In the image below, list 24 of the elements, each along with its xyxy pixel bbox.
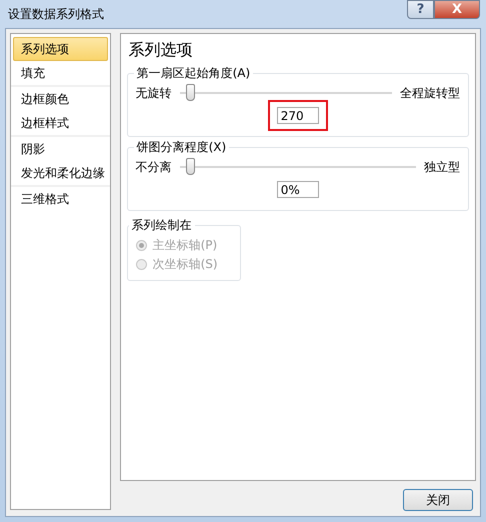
slider-thumb[interactable] [186,158,195,175]
sidebar-item[interactable]: 系列选项 [13,37,108,61]
group-legend: 系列绘制在 [128,217,195,234]
sidebar-item[interactable]: 三维格式 [13,187,108,211]
sidebar-item[interactable]: 边框颜色 [13,87,108,111]
window-title: 设置数据系列格式 [8,6,105,22]
group-legend: 第一扇区起始角度(A) [134,65,254,82]
sidebar-item[interactable]: 阴影 [13,137,108,161]
slider-thumb[interactable] [186,84,195,101]
slider-min-label: 无旋转 [136,84,172,102]
sidebar-item[interactable]: 边框样式 [13,111,108,135]
slider-track[interactable] [180,158,416,176]
close-dialog-button[interactable]: 关闭 [403,489,473,511]
sidebar-item[interactable]: 发光和柔化边缘 [13,161,108,185]
sidebar-item[interactable]: 填充 [13,61,108,85]
slider-min-label: 不分离 [136,158,172,176]
slider-max-label: 独立型 [424,158,460,176]
slider-track[interactable] [180,84,392,102]
slider-max-label: 全程旋转型 [400,84,460,102]
value-field[interactable]: 0% [276,181,319,198]
value-field[interactable]: 270 [276,107,319,124]
group-legend: 饼图分离程度(X) [134,139,230,156]
help-button[interactable]: ? [407,0,434,19]
panel-title: 系列选项 [128,40,193,61]
